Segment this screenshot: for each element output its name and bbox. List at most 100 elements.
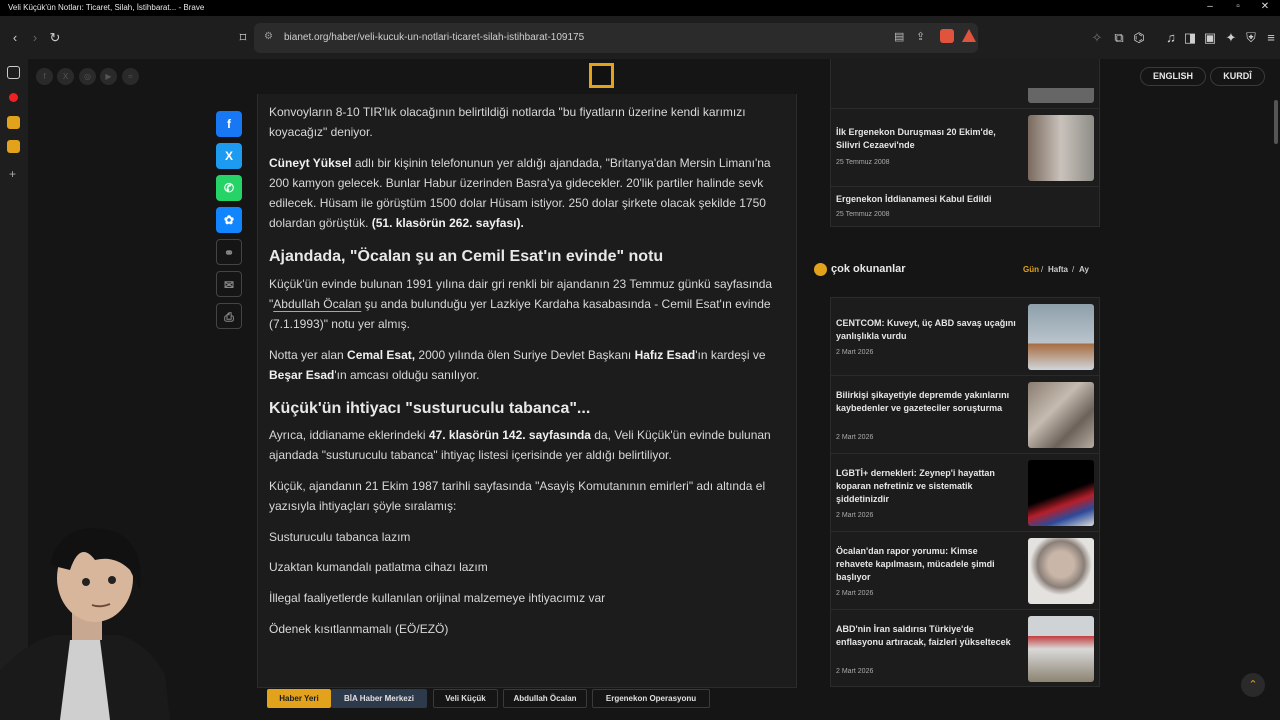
news-thumbnail[interactable] xyxy=(1028,460,1094,526)
filter-separator: / xyxy=(1072,265,1075,274)
paragraph: Notta yer alan Cemal Esat, 2000 yılında … xyxy=(269,345,789,385)
tag-ergenekon-operasyonu[interactable]: Ergenekon Operasyonu xyxy=(592,689,710,708)
news-thumbnail[interactable] xyxy=(1028,382,1094,448)
tag-haber-yeri[interactable]: Haber Yeri xyxy=(267,689,331,708)
news-thumbnail[interactable] xyxy=(1028,115,1094,181)
filter-day[interactable]: Gün xyxy=(1023,265,1039,274)
list-item[interactable]: Ergenekon İddianamesi Kabul Edildi 25 Te… xyxy=(831,187,1099,227)
mail-share-icon[interactable]: ✉ xyxy=(216,271,242,297)
ai-icon[interactable]: ✦ xyxy=(1222,29,1240,47)
news-title[interactable]: LGBTİ+ dernekleri: Zeynep'i hayattan kop… xyxy=(836,467,1016,506)
tag-bia-haber-merkezi[interactable]: BİA Haber Merkezi xyxy=(331,689,427,708)
youtube-icon[interactable] xyxy=(9,93,18,102)
news-thumbnail[interactable] xyxy=(1028,616,1094,682)
link-share-icon[interactable]: ⚭ xyxy=(216,239,242,265)
news-date: 2 Mart 2026 xyxy=(836,434,874,441)
instagram-icon[interactable]: ◎ xyxy=(79,68,96,85)
paragraph-text: 2000 yılında ölen Suriye Devlet Başkanı xyxy=(415,348,635,362)
news-thumbnail[interactable] xyxy=(1028,304,1094,370)
list-item[interactable]: Bilirkişi şikayetiyle depremde yakınları… xyxy=(831,376,1099,454)
wallet-icon[interactable]: ▣ xyxy=(1201,29,1219,47)
youtube-icon[interactable]: ▶ xyxy=(100,68,117,85)
facebook-share-icon[interactable]: f xyxy=(216,111,242,137)
most-read-header: çok okunanlar Gün / Hafta / Ay xyxy=(810,260,1100,280)
browser-toolbar: ‹ › ↻ ⌑ ⚙ bianet.org/haber/veli-kucuk-un… xyxy=(0,16,1280,59)
paragraph: Cüneyt Yüksel adlı bir kişinin telefonun… xyxy=(269,153,789,233)
title-bar: Veli Küçük'ün Notları: Ticaret, Silah, İ… xyxy=(0,0,1280,16)
news-title[interactable]: ABD'nin İran saldırısı Türkiye'de enflas… xyxy=(836,623,1016,649)
list-item: Susturuculu tabanca lazım xyxy=(269,530,411,544)
x-icon[interactable]: X xyxy=(57,68,74,85)
news-date: 2 Mart 2026 xyxy=(836,668,874,675)
brave-rewards-icon[interactable] xyxy=(962,29,976,42)
news-date: 25 Temmuz 2008 xyxy=(836,159,890,166)
list-item[interactable]: ABD'nin İran saldırısı Türkiye'de enflas… xyxy=(831,610,1099,688)
bianet-tab-icon[interactable] xyxy=(7,116,20,129)
bianet-tab-icon[interactable] xyxy=(7,140,20,153)
news-title[interactable]: Ergenekon İddianamesi Kabul Edildi xyxy=(836,193,1076,206)
close-icon[interactable]: ✕ xyxy=(1257,1,1273,12)
site-info-icon[interactable]: ⚙ xyxy=(264,31,273,42)
person-name: Hafız Esad xyxy=(634,348,696,362)
list-item[interactable]: Öcalan'dan rapor yorumu: Kimse rehavete … xyxy=(831,532,1099,610)
most-read-list: CENTCOM: Kuveyt, üç ABD savaş uçağını ya… xyxy=(830,297,1100,687)
whatsapp-share-icon[interactable]: ✆ xyxy=(216,175,242,201)
tag-veli-kucuk[interactable]: Veli Küçük xyxy=(433,689,498,708)
list-item[interactable]: CENTCOM: Kuveyt, üç ABD savaş uçağını ya… xyxy=(831,298,1099,376)
vpn-icon[interactable]: ⛨ xyxy=(1242,29,1260,47)
scrollbar[interactable] xyxy=(1274,100,1278,144)
news-title[interactable]: Bilirkişi şikayetiyle depremde yakınları… xyxy=(836,389,1024,415)
add-icon[interactable]: + xyxy=(9,167,16,181)
print-share-icon[interactable]: ⎙ xyxy=(216,303,242,329)
most-read-icon xyxy=(814,263,827,276)
forward-icon[interactable]: › xyxy=(26,29,44,47)
tag-abdullah-ocalan[interactable]: Abdullah Öcalan xyxy=(503,689,587,708)
filter-week[interactable]: Hafta xyxy=(1048,265,1068,274)
news-thumbnail[interactable] xyxy=(1028,538,1094,604)
list-item[interactable]: İlk Ergenekon Duruşması 20 Ekim'de, Sili… xyxy=(831,109,1099,187)
back-icon[interactable]: ‹ xyxy=(6,29,24,47)
url-text[interactable]: bianet.org/haber/veli-kucuk-un-notlari-t… xyxy=(284,32,584,43)
avatar xyxy=(0,528,170,720)
reader-mode-icon[interactable]: ▤ xyxy=(894,30,904,43)
news-date: 2 Mart 2026 xyxy=(836,590,874,597)
leo-icon[interactable]: ✧ xyxy=(1088,29,1106,47)
english-link[interactable]: ENGLISH xyxy=(1140,67,1206,86)
source-ref: 47. klasörün 142. sayfasında xyxy=(428,428,591,442)
abdullah-ocalan-link[interactable]: Abdullah Öcalan xyxy=(273,297,361,311)
bluesky-share-icon[interactable]: ✿ xyxy=(216,207,242,233)
paragraph: Ayrıca, iddianame eklerindeki 47. klasör… xyxy=(269,425,789,465)
sidebar-panel-icon[interactable] xyxy=(7,66,20,79)
x-share-icon[interactable]: X xyxy=(216,143,242,169)
bookmark-icon[interactable]: ⌑ xyxy=(234,29,252,47)
list-item: İllegal faaliyetlerde kullanılan orijina… xyxy=(269,591,606,605)
filter-month[interactable]: Ay xyxy=(1079,265,1089,274)
brave-shields-icon[interactable] xyxy=(940,29,954,43)
minimize-icon[interactable]: – xyxy=(1202,1,1218,12)
news-title[interactable]: CENTCOM: Kuveyt, üç ABD savaş uçağını ya… xyxy=(836,317,1016,343)
news-title[interactable]: Öcalan'dan rapor yorumu: Kimse rehavete … xyxy=(836,545,1016,584)
site-logo[interactable] xyxy=(589,63,614,88)
list-item[interactable]: LGBTİ+ dernekleri: Zeynep'i hayattan kop… xyxy=(831,454,1099,532)
reload-icon[interactable]: ↻ xyxy=(46,29,64,47)
source-ref: (51. klasörün 262. sayfası). xyxy=(371,216,524,230)
maximize-icon[interactable]: ▫ xyxy=(1230,1,1246,12)
scroll-to-top-button[interactable]: ⌃ xyxy=(1241,673,1265,697)
news-thumbnail[interactable] xyxy=(1028,65,1094,103)
extensions-icon[interactable]: ⧉ xyxy=(1110,29,1128,47)
kurdi-link[interactable]: KURDÎ xyxy=(1210,67,1265,86)
screenshot-icon[interactable]: ⌬ xyxy=(1130,29,1148,47)
rss-icon[interactable]: ≈ xyxy=(122,68,139,85)
news-title[interactable]: İlk Ergenekon Duruşması 20 Ekim'de, Sili… xyxy=(836,126,1016,152)
sidebar-toggle-icon[interactable]: ◨ xyxy=(1181,29,1199,47)
section-heading: Küçük'ün ihtiyacı "susturuculu tabanca".… xyxy=(269,400,591,417)
address-bar[interactable]: ⚙ bianet.org/haber/veli-kucuk-un-notlari… xyxy=(254,23,978,53)
media-icon[interactable]: ♫ xyxy=(1162,29,1180,47)
share-page-icon[interactable]: ⇪ xyxy=(916,30,925,43)
menu-icon[interactable]: ≡ xyxy=(1262,29,1280,47)
facebook-icon[interactable]: f xyxy=(36,68,53,85)
person-name: Cemal Esat, xyxy=(347,348,416,362)
list-item[interactable] xyxy=(831,59,1099,109)
section-heading: Ajandada, "Öcalan şu an Cemil Esat'ın ev… xyxy=(269,248,664,265)
person-name: Cüneyt Yüksel xyxy=(269,156,352,170)
